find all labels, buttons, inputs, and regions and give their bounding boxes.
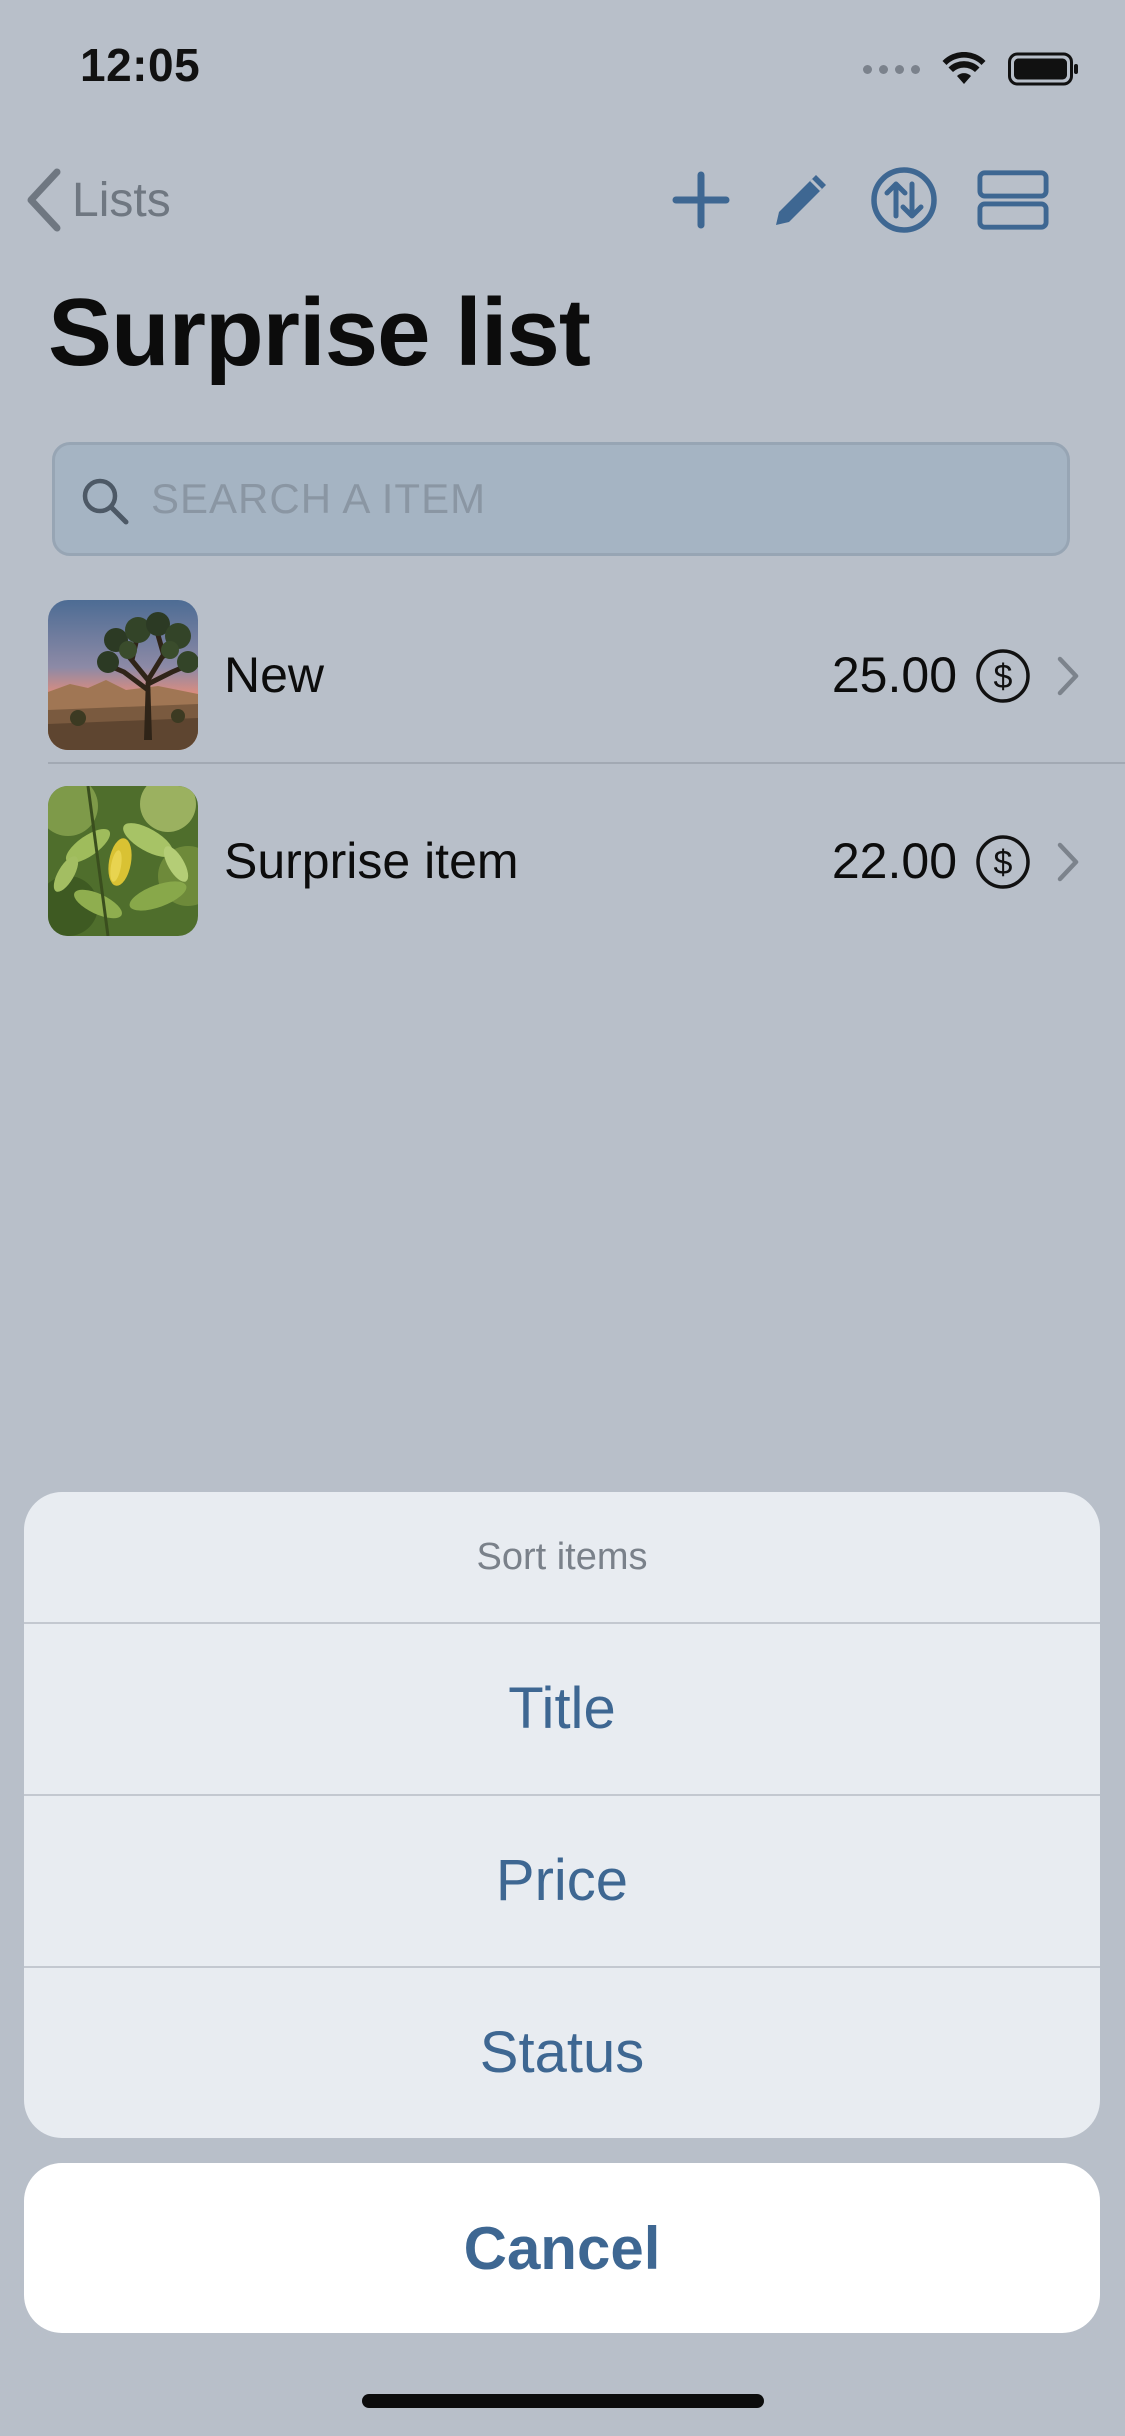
chevron-left-icon [27,168,61,232]
page-title: Surprise list [48,279,591,386]
list-item[interactable]: New 25.00 $ [0,596,1125,782]
dollar-circle-icon: $ [976,649,1030,703]
status-indicators [863,48,1080,90]
cancel-button[interactable]: Cancel [24,2163,1100,2333]
search-icon [82,478,129,525]
chevron-right-icon [1057,656,1079,696]
cellular-signal-icon [863,64,920,74]
item-thumbnail-green-leaves [48,786,198,936]
plus-icon [672,171,730,229]
home-indicator[interactable] [362,2394,764,2408]
sort-button[interactable] [868,164,940,236]
action-sheet-title: Sort items [476,1535,648,1578]
sort-option-status[interactable]: Status [24,1966,1100,2136]
sort-icon [871,167,937,233]
battery-icon [1008,52,1078,86]
navigation-bar: Lists [0,150,1125,250]
edit-button[interactable] [765,164,837,236]
wifi-icon [942,52,986,84]
status-time: 12:05 [80,39,201,91]
nav-actions [665,164,1125,236]
search-bar[interactable] [52,442,1070,556]
status-bar: 12:05 [0,0,1125,132]
chevron-right-icon [1057,842,1079,882]
svg-text:$: $ [994,844,1013,882]
svg-text:$: $ [994,658,1013,696]
list-item[interactable]: Surprise item 22.00 $ [0,782,1125,968]
item-price: 22.00 [831,833,957,889]
item-divider [48,762,1125,764]
sort-option-title[interactable]: Title [24,1622,1100,1792]
item-price: 25.00 [831,647,957,703]
item-title: Surprise item [224,833,519,889]
layout-toggle-button[interactable] [977,164,1049,236]
pencil-icon [776,175,826,225]
item-thumbnail-desert-tree [48,600,198,750]
back-button[interactable]: Lists [24,166,171,234]
search-input[interactable] [151,445,1051,553]
back-label: Lists [72,173,171,227]
dollar-circle-icon: $ [976,835,1030,889]
layout-icon [977,170,1049,230]
add-item-button[interactable] [665,164,737,236]
item-list: New 25.00 $ Surprise item 22.00 $ [0,596,1125,968]
screen: 12:05 Lists Surprise list SEARCH A ITEM … [0,0,1125,2436]
sort-option-price[interactable]: Price [24,1794,1100,1964]
sort-action-sheet: Sort items Title Price Status [24,1492,1100,2138]
item-title: New [224,647,325,703]
